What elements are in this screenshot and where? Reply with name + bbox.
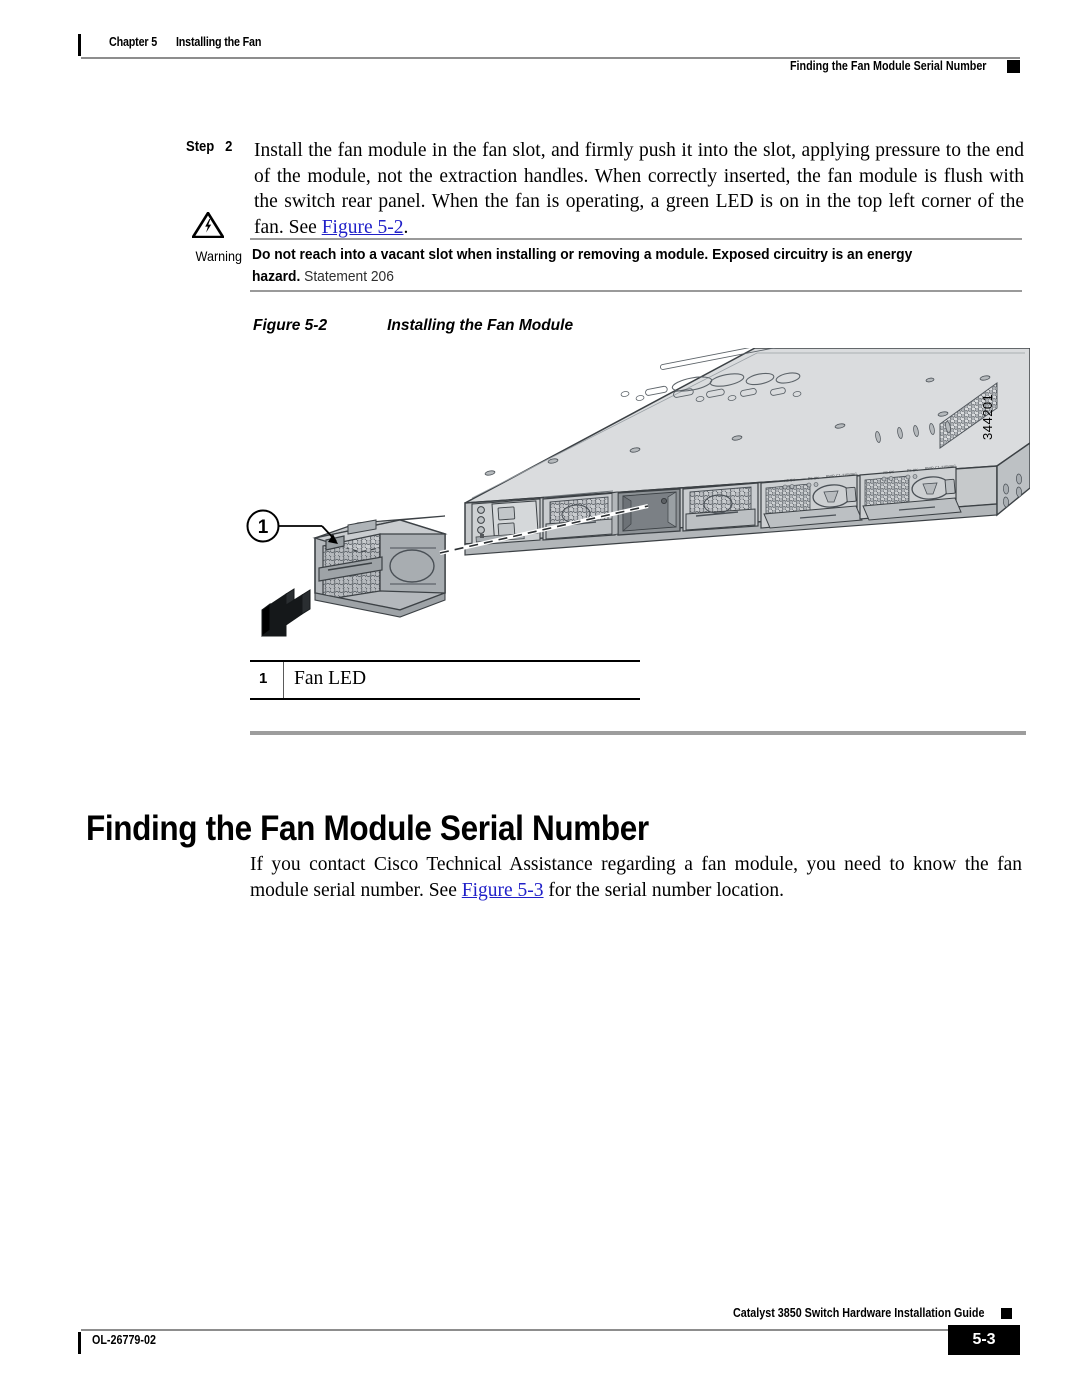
header-running-title: Finding the Fan Module Serial Number: [789, 59, 986, 73]
warning-rule-top: [250, 238, 1022, 240]
footer-rule: [81, 1329, 961, 1331]
step-label: Step 2: [186, 139, 232, 155]
step-word: Step: [186, 139, 215, 155]
warning-triangle-lightning-icon: [190, 210, 226, 239]
figure-illustration-switch-fan-install: AC OK PS OK PWR-C1-715WAC AC OK PS OK PW…: [240, 348, 1030, 648]
header-chapter-title: Installing the Fan: [175, 35, 262, 49]
legend-rule-top: [250, 660, 640, 662]
legend-rule-bottom: [250, 698, 640, 700]
step-number: 2: [225, 139, 233, 155]
footer-square-marker: [1001, 1308, 1012, 1319]
figure-5-2-link[interactable]: Figure 5-2: [322, 217, 404, 238]
section-divider: [250, 731, 1026, 735]
step-block: Step 2 Install the fan module in the fan …: [186, 138, 1026, 240]
header-left-marker: [78, 34, 81, 56]
warning-rule-bottom: [250, 290, 1022, 292]
figure-caption-label: Figure 5-2: [253, 317, 328, 334]
svg-text:1: 1: [258, 517, 269, 538]
step-text: Install the fan module in the fan slot, …: [254, 138, 1024, 240]
legend-number: 1: [259, 670, 268, 687]
warning-label: Warning: [195, 248, 242, 264]
section-paragraph: If you contact Cisco Technical Assistanc…: [250, 852, 1022, 903]
page-footer: Catalyst 3850 Switch Hardware Installati…: [78, 1306, 1020, 1366]
legend-column-divider: [283, 662, 285, 698]
warning-text: Do not reach into a vacant slot when ins…: [252, 244, 962, 288]
step-text-part2: .: [403, 216, 409, 238]
page-header: Chapter 5 Installing the Fan Finding the …: [78, 30, 1020, 80]
page-title: Finding the Fan Module Serial Number: [86, 809, 649, 849]
footer-left-marker: [78, 1332, 81, 1354]
figure-caption-title: Installing the Fan Module: [387, 317, 574, 334]
footer-page-number: 5-3: [948, 1325, 1020, 1355]
footer-document-number: OL-26779-02: [92, 1333, 156, 1347]
figure-5-3-link[interactable]: Figure 5-3: [462, 880, 544, 901]
header-chapter-label: Chapter 5: [109, 35, 158, 49]
paragraph-part2: for the serial number location.: [543, 879, 784, 901]
warning-statement: Statement 206: [300, 268, 394, 285]
legend-text: Fan LED: [294, 668, 367, 689]
footer-guide-title: Catalyst 3850 Switch Hardware Installati…: [732, 1306, 984, 1320]
header-square-marker: [1007, 60, 1020, 73]
header-chapter: Chapter 5 Installing the Fan: [109, 35, 261, 49]
figure-caption: Figure 5-2 Installing the Fan Module: [253, 317, 573, 335]
figure-id-number: 344201: [980, 393, 995, 440]
